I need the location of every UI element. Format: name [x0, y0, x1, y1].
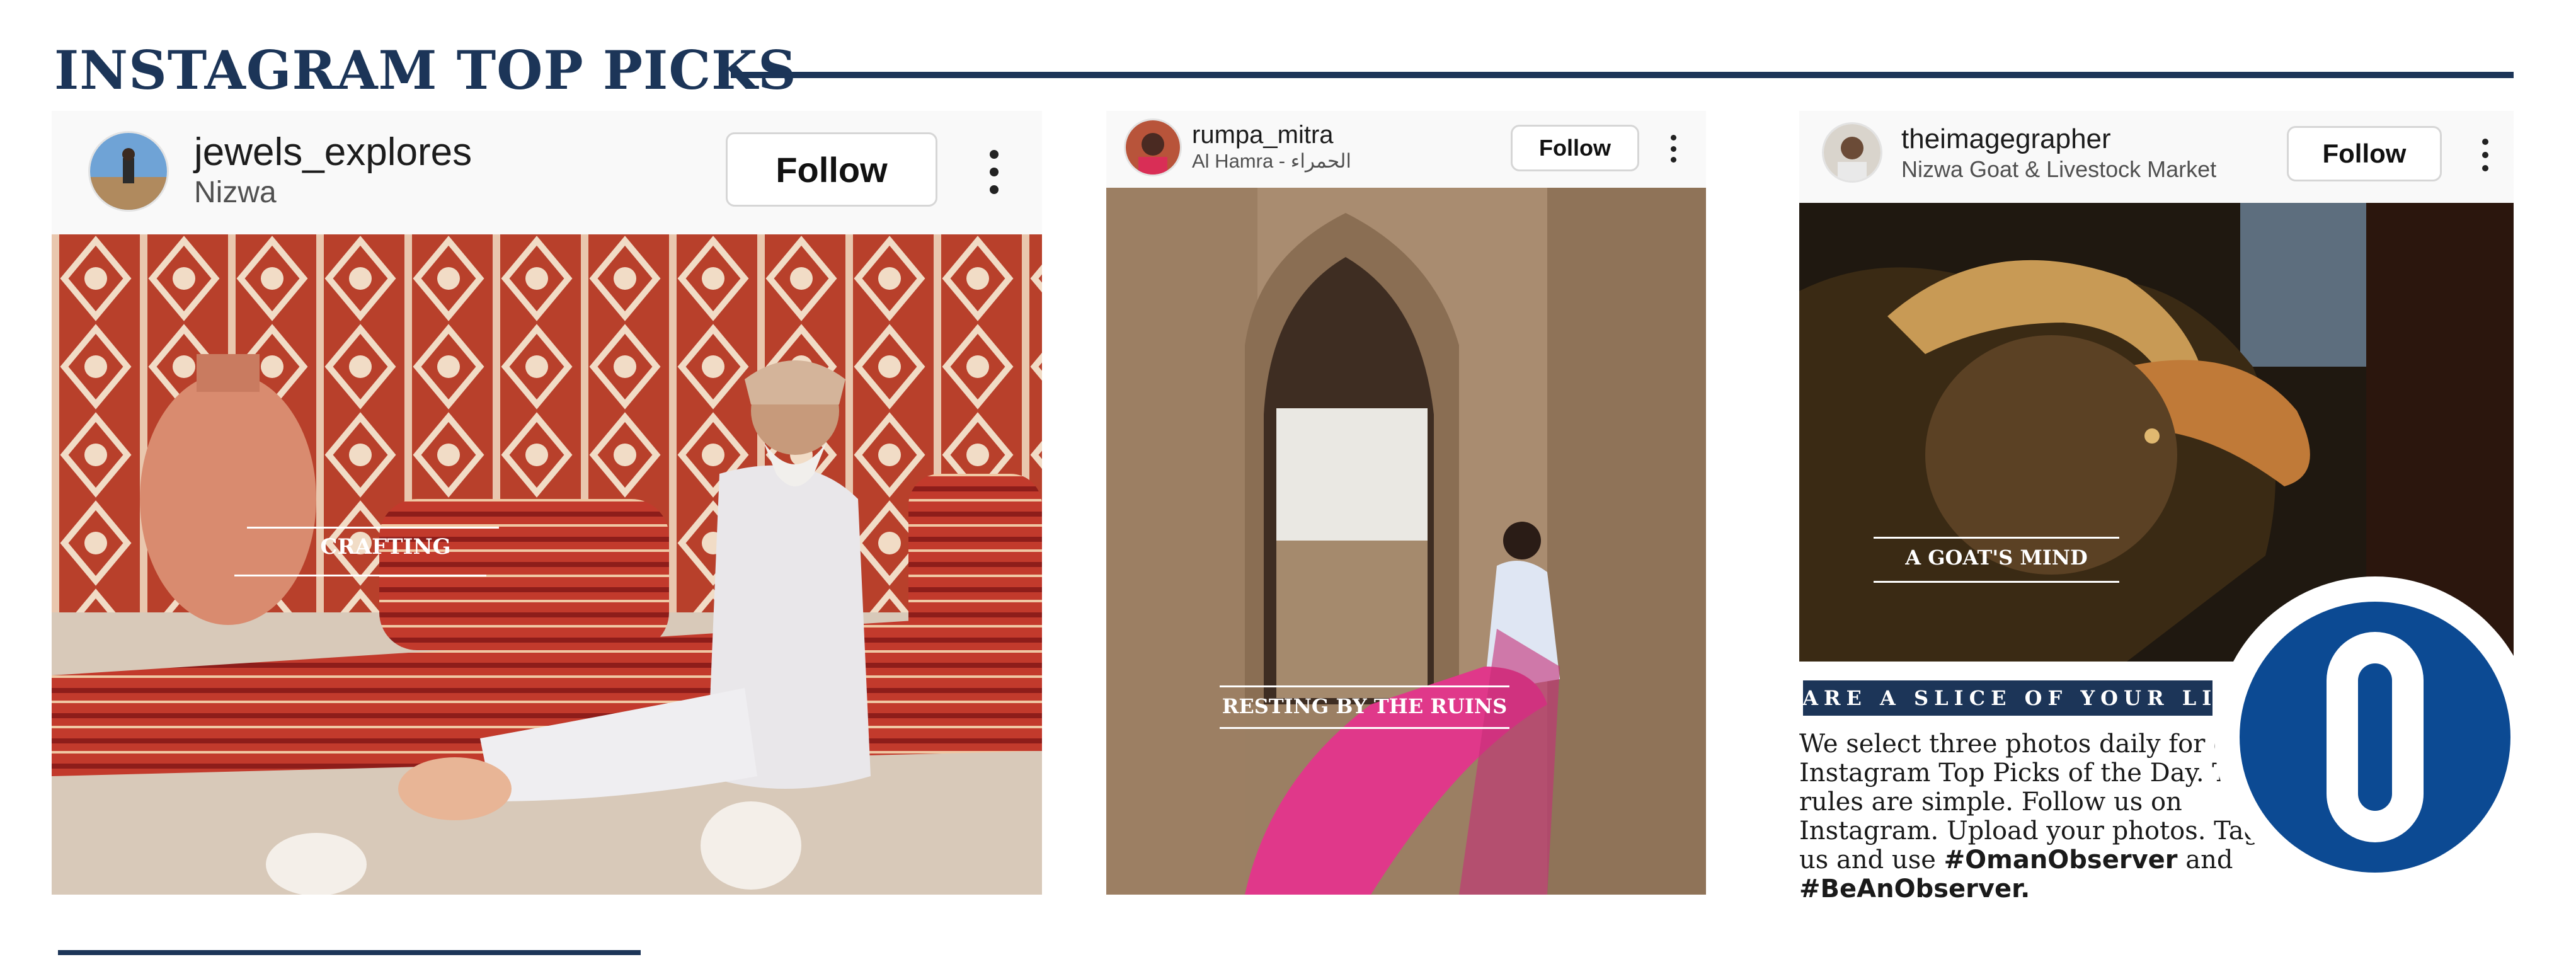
username[interactable]: theimagegrapher — [1901, 123, 2111, 155]
share-description: We select three photos daily for our Ins… — [1799, 730, 2278, 903]
post-header-1: jewels_explores Nizwa Follow — [52, 111, 1042, 234]
more-options-icon[interactable] — [1668, 135, 1678, 163]
avatar[interactable] — [88, 131, 169, 212]
share-end: . — [2020, 874, 2030, 903]
observer-logo — [2214, 576, 2536, 898]
username[interactable]: jewels_explores — [194, 130, 472, 175]
username[interactable]: rumpa_mitra — [1192, 121, 1334, 149]
photo-caption: CRAFTING — [320, 534, 451, 559]
caption-line-bottom — [234, 575, 486, 576]
follow-button[interactable]: Follow — [1511, 125, 1639, 171]
share-joiner: and — [2185, 845, 2233, 874]
post-header-2: rumpa_mitra Al Hamra - الحمراء Follow — [1106, 111, 1706, 188]
location[interactable]: Nizwa Goat & Livestock Market — [1901, 156, 2216, 183]
caption-line-top — [1220, 685, 1509, 687]
craftsman-photo — [52, 234, 1042, 895]
location[interactable]: Nizwa — [194, 175, 277, 210]
bottom-divider — [58, 950, 641, 955]
hashtag-oman-observer[interactable]: #OmanObserver — [1944, 845, 2178, 874]
avatar[interactable] — [1124, 118, 1182, 176]
avatar-image — [1126, 120, 1180, 175]
ruins-photo — [1106, 188, 1706, 895]
observer-logo-icon — [2240, 602, 2510, 873]
avatar[interactable] — [1822, 122, 1882, 183]
avatar-image — [1824, 124, 1880, 181]
follow-button[interactable]: Follow — [726, 132, 937, 207]
photo-caption: A GOAT'S MIND — [1905, 546, 2088, 570]
post-photo-1[interactable]: CRAFTING — [52, 234, 1042, 895]
caption-line-top — [247, 527, 499, 529]
more-options-icon[interactable] — [2480, 139, 2491, 171]
caption-line-bottom — [1874, 581, 2119, 583]
logo-letter-counter — [2358, 663, 2392, 811]
photo-caption: RESTING BY THE RUINS — [1222, 694, 1508, 718]
share-banner: SHARE A SLICE OF YOUR LIFE — [1758, 680, 2252, 716]
caption-line-bottom — [1220, 727, 1509, 729]
caption-line-top — [1874, 537, 2119, 539]
logo-letter-shape — [2327, 632, 2424, 842]
follow-button[interactable]: Follow — [2287, 126, 2442, 181]
title-divider — [731, 72, 2514, 78]
hashtag-be-an-observer[interactable]: #BeAnObserver — [1799, 874, 2020, 903]
avatar-image — [90, 133, 167, 210]
more-options-icon[interactable] — [987, 150, 1002, 194]
page-title: INSTAGRAM TOP PICKS — [54, 39, 797, 101]
post-photo-2[interactable]: RESTING BY THE RUINS — [1106, 188, 1706, 895]
location[interactable]: Al Hamra - الحمراء — [1192, 150, 1351, 173]
post-header-3: theimagegrapher Nizwa Goat & Livestock M… — [1799, 111, 2514, 203]
